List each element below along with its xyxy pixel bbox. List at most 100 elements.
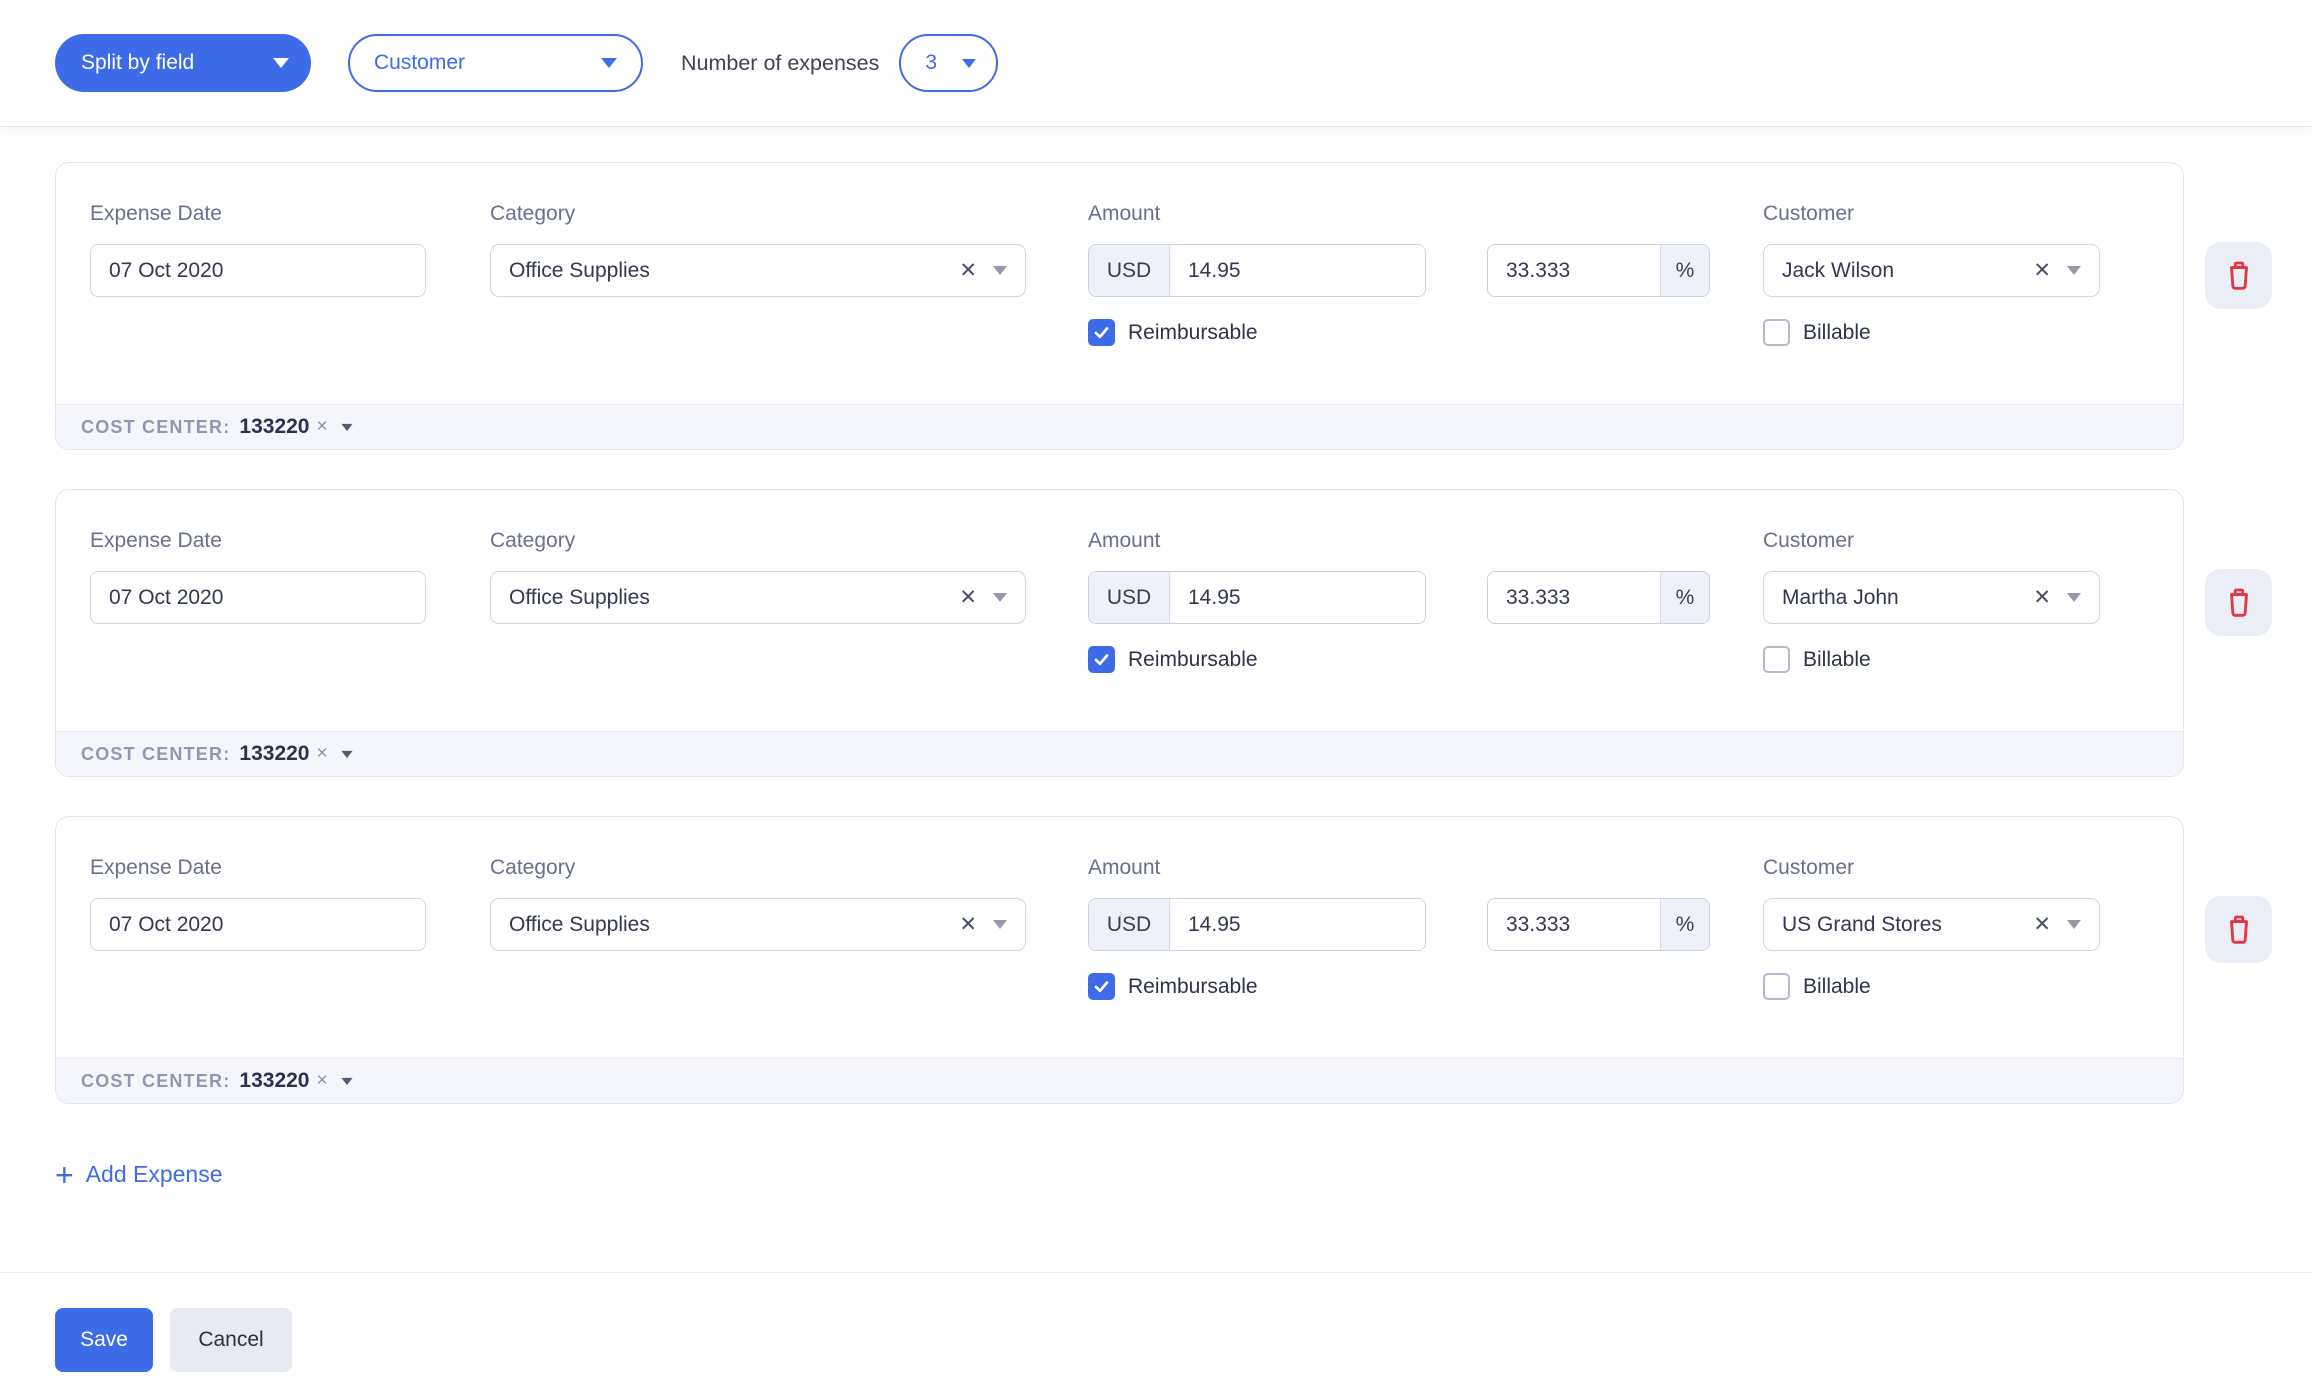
- add-expense-button[interactable]: + Add Expense: [55, 1157, 2312, 1192]
- cost-center-value: 133220: [239, 742, 309, 766]
- percent-input[interactable]: [1488, 899, 1660, 950]
- reimbursable-checkbox[interactable]: [1088, 646, 1115, 673]
- clear-icon[interactable]: ✕: [959, 912, 977, 937]
- toolbar: Split by field Customer Number of expens…: [0, 0, 2312, 127]
- split-field-select[interactable]: Customer: [348, 34, 643, 92]
- cost-center-value: 133220: [239, 1069, 309, 1093]
- expense-card-2: Expense Date Category Office Supplies ✕ …: [55, 489, 2184, 777]
- percent-suffix: %: [1660, 899, 1709, 950]
- caret-down-icon: [2067, 920, 2081, 929]
- cost-center-value: 133220: [239, 415, 309, 439]
- percent-input[interactable]: [1488, 572, 1660, 623]
- customer-select[interactable]: Jack Wilson ✕: [1763, 244, 2100, 297]
- billable-checkbox[interactable]: [1763, 973, 1790, 1000]
- caret-down-icon: [962, 59, 976, 68]
- cost-center-bar[interactable]: COST CENTER: 133220 ×: [56, 1058, 2183, 1103]
- cancel-button[interactable]: Cancel: [170, 1308, 292, 1372]
- amount-input[interactable]: [1170, 245, 1425, 296]
- footer-divider: [0, 1272, 2312, 1273]
- billable-label: Billable: [1803, 975, 1871, 999]
- clear-icon[interactable]: ✕: [959, 258, 977, 283]
- expense-date-input[interactable]: [90, 571, 426, 624]
- expense-row: Expense Date Category Office Supplies ✕ …: [55, 489, 2312, 777]
- amount-group: USD: [1088, 898, 1426, 951]
- split-by-field-label: Split by field: [81, 51, 194, 75]
- expense-date-label: Expense Date: [90, 857, 426, 878]
- amount-label: Amount: [1088, 857, 1426, 878]
- clear-icon[interactable]: ×: [316, 1070, 327, 1092]
- cost-center-label: COST CENTER:: [81, 1071, 230, 1092]
- expense-card-1: Expense Date Category Office Supplies ✕ …: [55, 162, 2184, 450]
- expense-date-input[interactable]: [90, 898, 426, 951]
- clear-icon[interactable]: ×: [316, 743, 327, 765]
- category-label: Category: [490, 203, 1026, 224]
- delete-expense-button[interactable]: [2205, 569, 2272, 636]
- check-icon: [1092, 977, 1111, 996]
- expense-card-3: Expense Date Category Office Supplies ✕ …: [55, 816, 2184, 1104]
- split-field-value: Customer: [374, 51, 465, 75]
- form-actions: Save Cancel: [55, 1308, 2312, 1372]
- trash-icon: [2224, 913, 2254, 946]
- reimbursable-label: Reimbursable: [1128, 975, 1258, 999]
- clear-icon[interactable]: ✕: [2033, 585, 2051, 610]
- cost-center-bar[interactable]: COST CENTER: 133220 ×: [56, 731, 2183, 776]
- customer-value: Jack Wilson: [1782, 259, 2033, 283]
- clear-icon[interactable]: ✕: [2033, 258, 2051, 283]
- caret-down-icon[interactable]: [341, 1077, 352, 1084]
- add-expense-label: Add Expense: [86, 1161, 223, 1188]
- number-of-expenses-label: Number of expenses: [681, 51, 879, 76]
- currency-prefix: USD: [1089, 572, 1170, 623]
- trash-icon: [2224, 586, 2254, 619]
- delete-expense-button[interactable]: [2205, 242, 2272, 309]
- reimbursable-label: Reimbursable: [1128, 648, 1258, 672]
- percent-input[interactable]: [1488, 245, 1660, 296]
- cost-center-bar[interactable]: COST CENTER: 133220 ×: [56, 404, 2183, 449]
- clear-icon[interactable]: ✕: [959, 585, 977, 610]
- percent-group: %: [1487, 898, 1710, 951]
- percent-suffix: %: [1660, 572, 1709, 623]
- reimbursable-checkbox[interactable]: [1088, 319, 1115, 346]
- caret-down-icon[interactable]: [341, 423, 352, 430]
- billable-checkbox[interactable]: [1763, 319, 1790, 346]
- amount-input[interactable]: [1170, 899, 1425, 950]
- caret-down-icon[interactable]: [341, 750, 352, 757]
- clear-icon[interactable]: ×: [316, 416, 327, 438]
- caret-down-icon: [601, 58, 617, 68]
- clear-icon[interactable]: ✕: [2033, 912, 2051, 937]
- billable-label: Billable: [1803, 648, 1871, 672]
- billable-label: Billable: [1803, 321, 1871, 345]
- amount-group: USD: [1088, 244, 1426, 297]
- caret-down-icon: [2067, 266, 2081, 275]
- split-expense-page: Split by field Customer Number of expens…: [0, 0, 2312, 1382]
- category-value: Office Supplies: [509, 586, 959, 610]
- check-icon: [1092, 650, 1111, 669]
- percent-group: %: [1487, 244, 1710, 297]
- amount-group: USD: [1088, 571, 1426, 624]
- category-select[interactable]: Office Supplies ✕: [490, 898, 1026, 951]
- plus-icon: +: [55, 1160, 74, 1190]
- check-icon: [1092, 323, 1111, 342]
- percent-suffix: %: [1660, 245, 1709, 296]
- customer-value: US Grand Stores: [1782, 913, 2033, 937]
- split-by-field-dropdown[interactable]: Split by field: [55, 34, 311, 92]
- expense-count-select[interactable]: 3: [899, 34, 998, 92]
- category-select[interactable]: Office Supplies ✕: [490, 571, 1026, 624]
- expense-date-label: Expense Date: [90, 530, 426, 551]
- reimbursable-checkbox[interactable]: [1088, 973, 1115, 1000]
- customer-select[interactable]: Martha John ✕: [1763, 571, 2100, 624]
- category-label: Category: [490, 530, 1026, 551]
- caret-down-icon: [273, 58, 289, 68]
- amount-input[interactable]: [1170, 572, 1425, 623]
- expense-date-input[interactable]: [90, 244, 426, 297]
- category-value: Office Supplies: [509, 259, 959, 283]
- customer-label: Customer: [1763, 203, 2100, 224]
- delete-expense-button[interactable]: [2205, 896, 2272, 963]
- category-select[interactable]: Office Supplies ✕: [490, 244, 1026, 297]
- save-button[interactable]: Save: [55, 1308, 153, 1372]
- currency-prefix: USD: [1089, 899, 1170, 950]
- currency-prefix: USD: [1089, 245, 1170, 296]
- trash-icon: [2224, 259, 2254, 292]
- billable-checkbox[interactable]: [1763, 646, 1790, 673]
- customer-select[interactable]: US Grand Stores ✕: [1763, 898, 2100, 951]
- caret-down-icon: [2067, 593, 2081, 602]
